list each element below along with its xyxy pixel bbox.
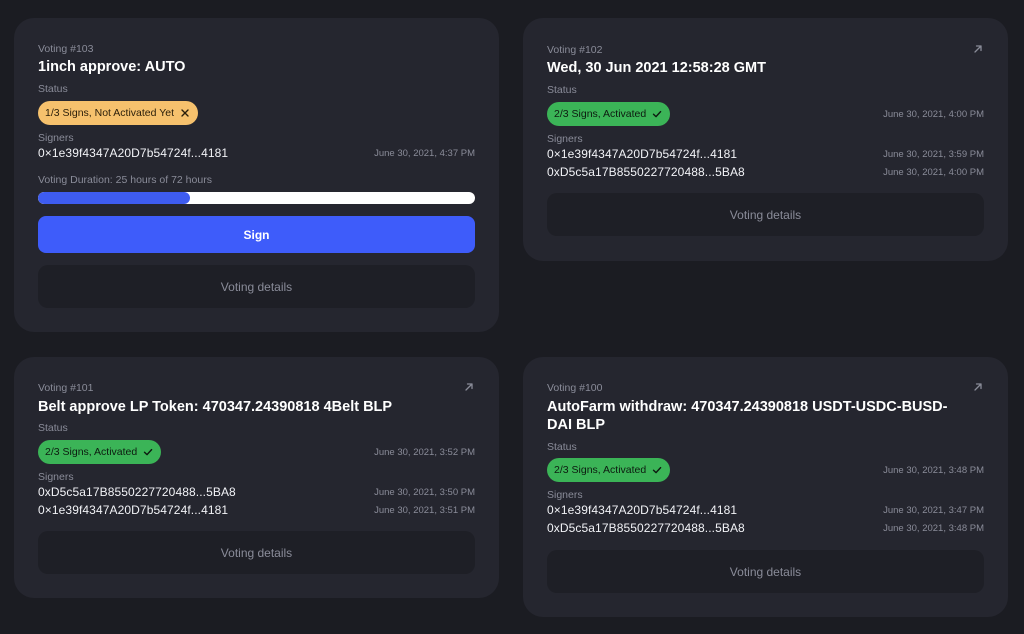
- signers-label: Signers: [38, 471, 74, 483]
- status-label: Status: [38, 83, 68, 95]
- check-icon: [144, 448, 153, 456]
- signers-label: Signers: [547, 489, 583, 501]
- signer-address: 0×1e39f4347A20D7b54724f...4181: [547, 147, 738, 161]
- signers-label: Signers: [547, 133, 583, 145]
- status-text: 1/3 Signs, Not Activated Yet: [45, 107, 175, 119]
- status-text: 2/3 Signs, Activated: [554, 464, 647, 476]
- voting-title: 1inch approve: AUTO: [38, 59, 186, 75]
- close-icon: [181, 109, 189, 117]
- voting-details-button[interactable]: Voting details: [38, 531, 475, 574]
- check-icon: [653, 110, 662, 118]
- voting-details-button[interactable]: Voting details: [547, 193, 984, 236]
- signer-date: June 30, 2021, 3:59 PM: [883, 149, 984, 160]
- voting-card-101: Voting #101 Belt approve LP Token: 47034…: [14, 357, 499, 598]
- signer-date: June 30, 2021, 3:51 PM: [374, 505, 475, 516]
- sign-button[interactable]: Sign: [38, 216, 475, 253]
- status-badge: 2/3 Signs, Activated: [547, 102, 671, 126]
- status-date: June 30, 2021, 4:00 PM: [883, 109, 984, 120]
- voting-details-button[interactable]: Voting details: [38, 265, 475, 308]
- signer-address: 0×1e39f4347A20D7b54724f...4181: [38, 503, 229, 517]
- external-link-icon[interactable]: [972, 43, 984, 55]
- external-link-icon[interactable]: [463, 381, 475, 393]
- voting-progress-fill: [38, 192, 190, 204]
- voting-title: AutoFarm withdraw: 470347.24390818 USDT-…: [547, 399, 948, 433]
- voting-title: Wed, 30 Jun 2021 12:58:28 GMT: [547, 60, 766, 76]
- signer-date: June 30, 2021, 3:48 PM: [883, 523, 984, 534]
- signer-date: June 30, 2021, 3:47 PM: [883, 505, 984, 516]
- signer-date: June 30, 2021, 4:37 PM: [374, 148, 475, 159]
- voting-card-102: Voting #102 Wed, 30 Jun 2021 12:58:28 GM…: [523, 18, 1008, 261]
- status-text: 2/3 Signs, Activated: [45, 446, 138, 458]
- voting-number: Voting #100: [547, 382, 603, 394]
- voting-duration: Voting Duration: 25 hours of 72 hours: [38, 174, 212, 186]
- signers-label: Signers: [38, 132, 74, 144]
- signer-address: 0×1e39f4347A20D7b54724f...4181: [547, 503, 738, 517]
- status-label: Status: [547, 84, 577, 96]
- status-badge: 2/3 Signs, Activated: [38, 440, 162, 464]
- status-date: June 30, 2021, 3:48 PM: [883, 465, 984, 476]
- voting-details-button[interactable]: Voting details: [547, 550, 984, 593]
- signer-address: 0xD5c5a17B8550227720488...5BA8: [547, 521, 745, 535]
- status-date: June 30, 2021, 3:52 PM: [374, 447, 475, 458]
- signer-address: 0×1e39f4347A20D7b54724f...4181: [38, 146, 229, 160]
- external-link-icon[interactable]: [972, 381, 984, 393]
- status-badge: 2/3 Signs, Activated: [547, 458, 671, 482]
- signer-date: June 30, 2021, 4:00 PM: [883, 167, 984, 178]
- status-badge: 1/3 Signs, Not Activated Yet: [38, 101, 199, 125]
- voting-number: Voting #101: [38, 382, 94, 394]
- check-icon: [653, 466, 662, 474]
- status-text: 2/3 Signs, Activated: [554, 108, 647, 120]
- status-label: Status: [547, 441, 577, 453]
- signer-address: 0xD5c5a17B8550227720488...5BA8: [547, 165, 745, 179]
- voting-card-103: Voting #103 1inch approve: AUTO Status 1…: [14, 18, 499, 332]
- status-label: Status: [38, 422, 68, 434]
- voting-card-100: Voting #100 AutoFarm withdraw: 470347.24…: [523, 357, 1008, 617]
- voting-title: Belt approve LP Token: 470347.24390818 4…: [38, 399, 393, 415]
- signer-address: 0xD5c5a17B8550227720488...5BA8: [38, 485, 236, 499]
- voting-progress-bar: [38, 192, 475, 204]
- voting-number: Voting #103: [38, 43, 94, 55]
- signer-date: June 30, 2021, 3:50 PM: [374, 487, 475, 498]
- voting-number: Voting #102: [547, 44, 603, 56]
